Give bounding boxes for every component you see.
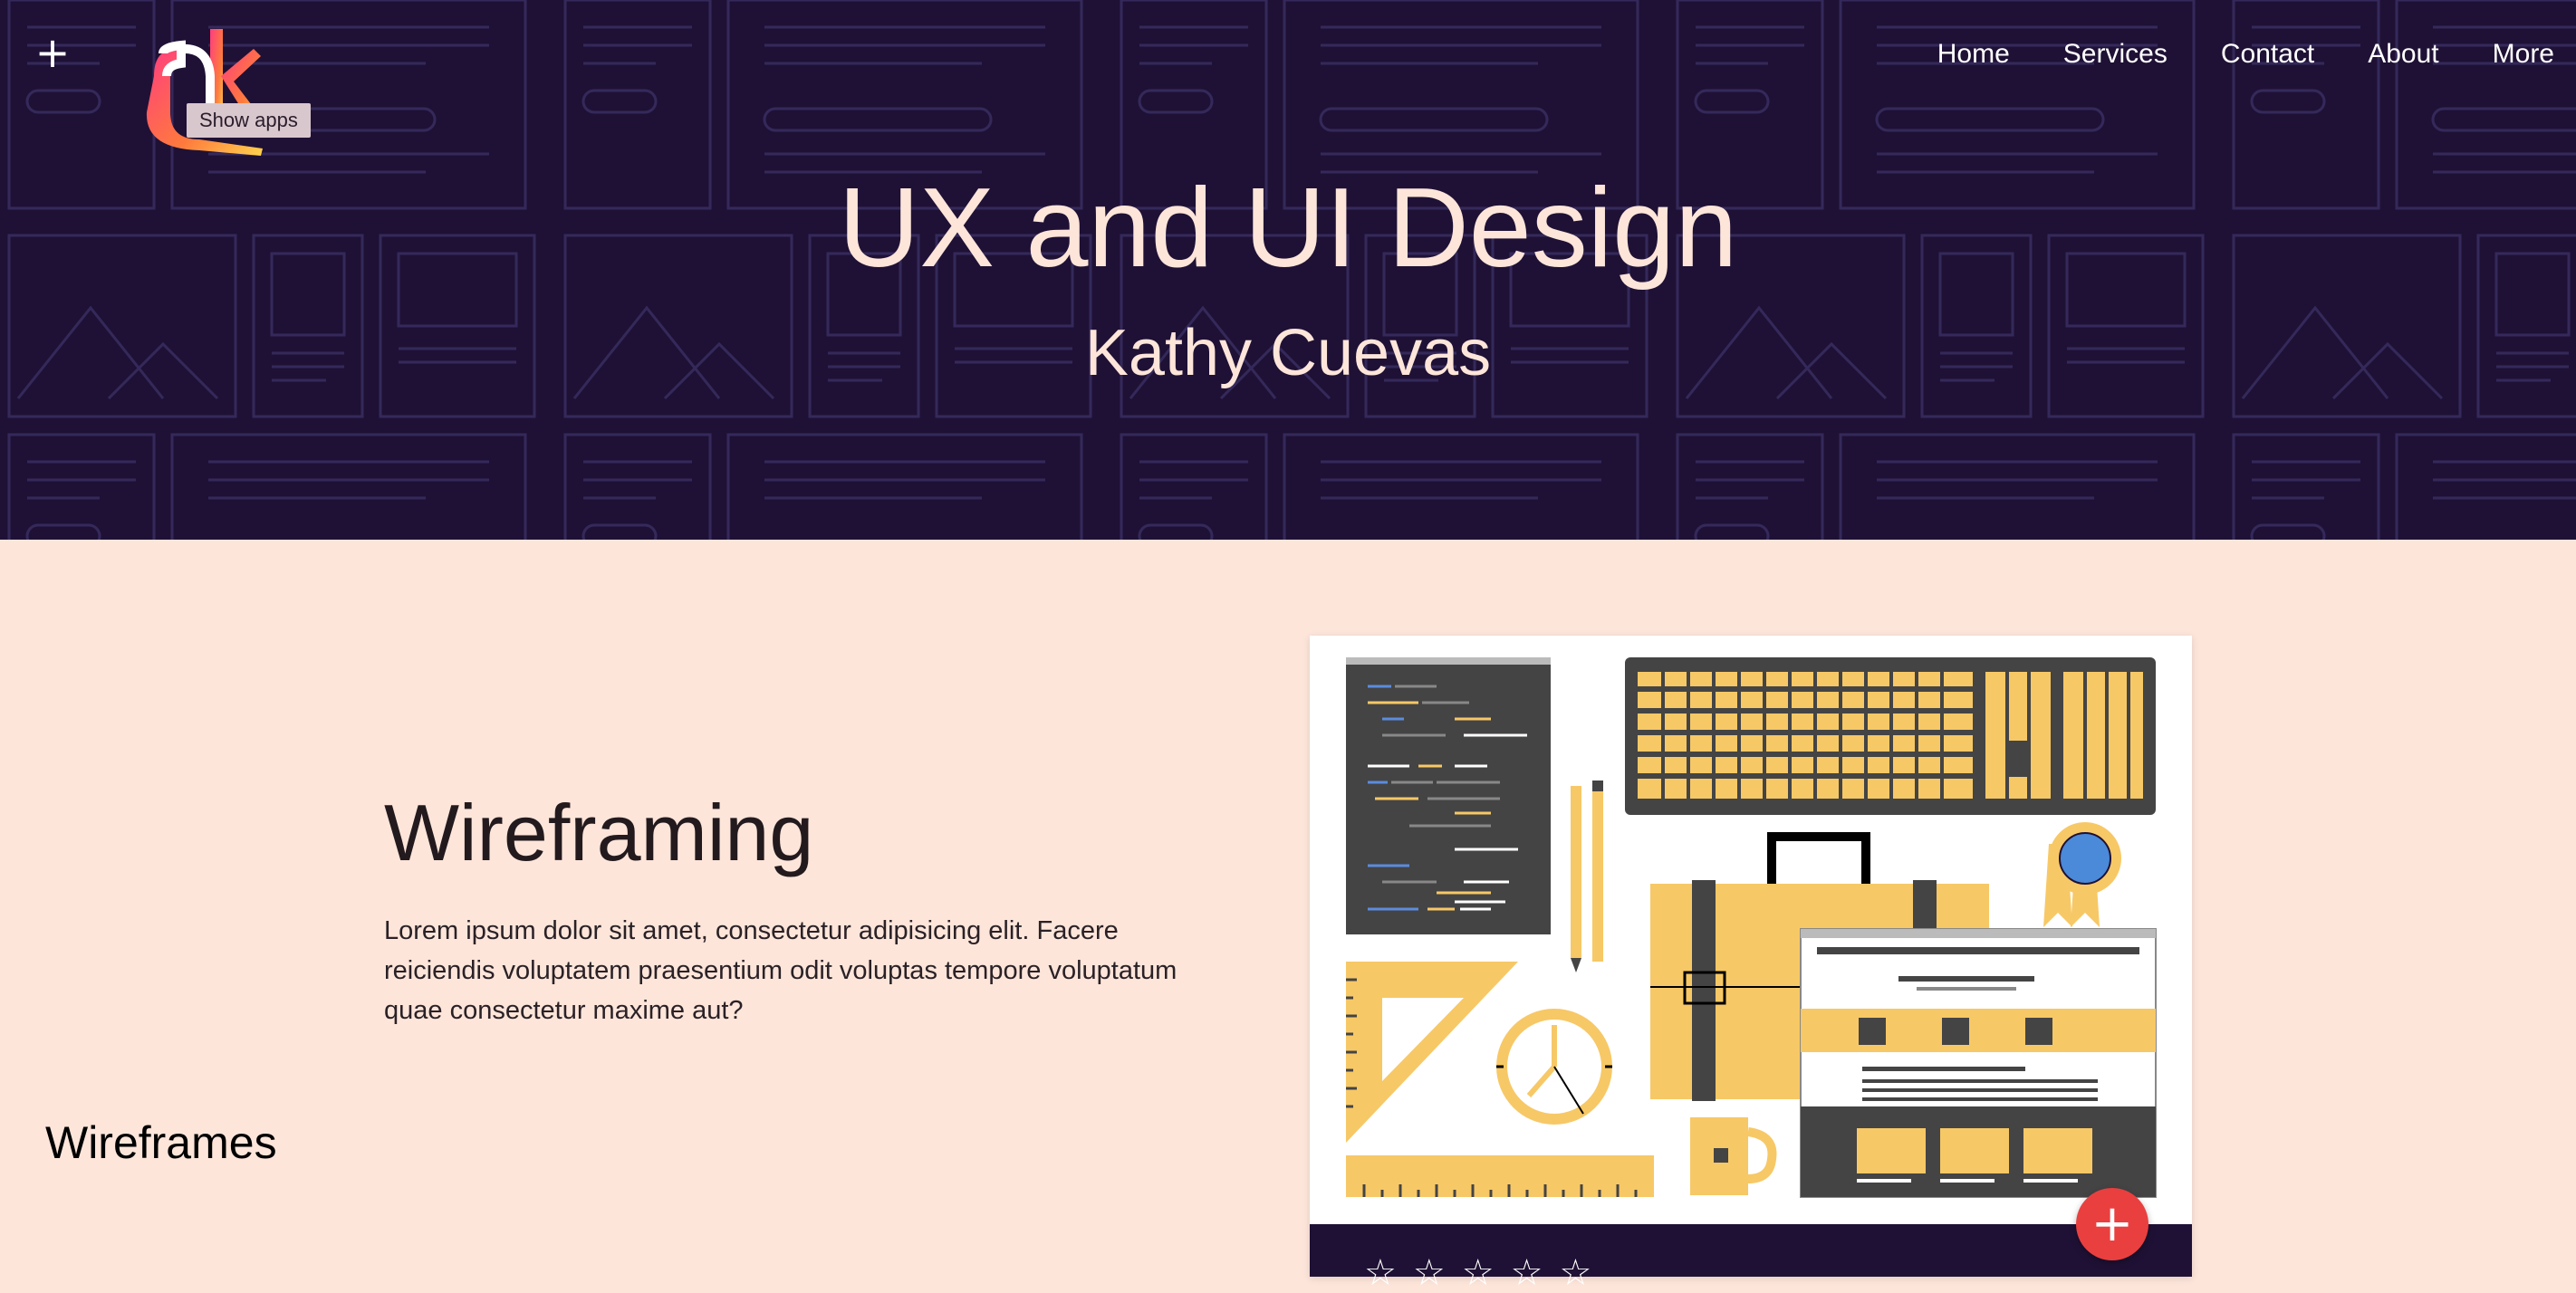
star-icon[interactable]: ☆: [1462, 1255, 1495, 1291]
hero-banner: + Show apps Home Services Contact About …: [0, 0, 2576, 540]
star-icon[interactable]: ☆: [1559, 1255, 1591, 1291]
card-footer: ☆ ☆ ☆ ☆ ☆: [1310, 1224, 2192, 1291]
author-name: Kathy Cuevas: [1084, 317, 1492, 389]
star-icon[interactable]: ☆: [1413, 1255, 1446, 1291]
nav-contact[interactable]: Contact: [2221, 34, 2314, 74]
show-apps-tooltip: Show apps: [187, 103, 311, 138]
add-button[interactable]: +: [34, 32, 71, 73]
nav-more[interactable]: More: [2493, 34, 2554, 74]
page-title: UX and UI Design: [838, 166, 1738, 291]
add-fab-button[interactable]: +: [2076, 1188, 2148, 1260]
card-label: Wireframes: [45, 1117, 277, 1168]
star-icon[interactable]: ☆: [1511, 1255, 1543, 1291]
star-icon[interactable]: ☆: [1364, 1255, 1397, 1291]
feature-title: Wireframing: [384, 788, 814, 877]
plus-icon: +: [34, 28, 71, 77]
wireframes-card[interactable]: [1310, 636, 2192, 1277]
main-nav: Home Services Contact About More: [1937, 34, 2576, 74]
nav-home[interactable]: Home: [1937, 34, 2010, 74]
feature-description: Lorem ipsum dolor sit amet, consectetur …: [384, 916, 1177, 1025]
nav-services[interactable]: Services: [2063, 34, 2167, 74]
nav-about[interactable]: About: [2368, 34, 2438, 74]
rating-stars[interactable]: ☆ ☆ ☆ ☆ ☆: [1364, 1255, 1608, 1291]
wireframes-illustration: [1346, 657, 2157, 1198]
plus-icon: +: [2091, 1194, 2134, 1253]
